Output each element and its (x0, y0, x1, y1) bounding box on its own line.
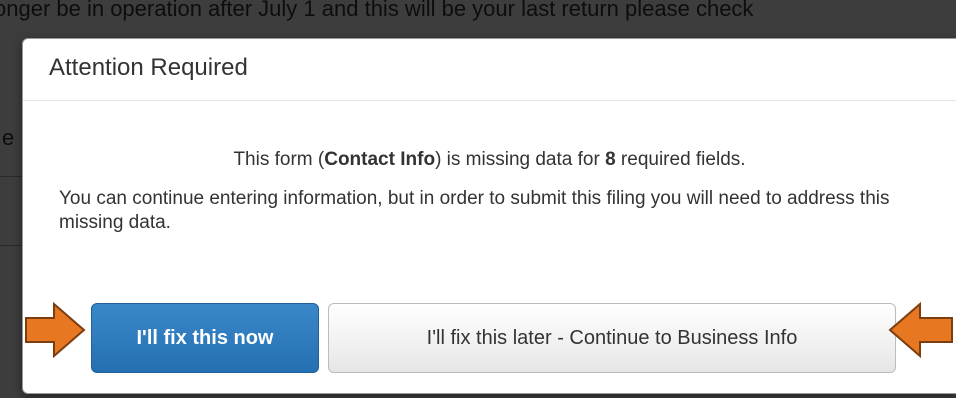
missing-field-count: 8 (605, 149, 616, 170)
continue-message: You can continue entering information, b… (59, 188, 890, 233)
arrow-left-icon (888, 302, 953, 358)
attention-required-dialog: Attention Required This form (Contact In… (22, 38, 956, 394)
dialog-header: Attention Required (23, 39, 956, 101)
missing-fields-message: This form (Contact Info) is missing data… (59, 101, 956, 173)
dialog-title: Attention Required (49, 54, 248, 81)
fix-later-button[interactable]: I'll fix this later - Continue to Busine… (328, 303, 896, 373)
dialog-body: This form (Contact Info) is missing data… (23, 101, 956, 235)
fix-now-button[interactable]: I'll fix this now (91, 303, 319, 373)
message-suffix: required fields. (615, 149, 746, 170)
arrow-right-icon (25, 302, 86, 358)
form-name: Contact Info (324, 149, 436, 170)
message-middle: ) is missing data for (435, 149, 606, 170)
message-prefix: This form ( (233, 149, 325, 170)
dialog-footer: I'll fix this now I'll fix this later - … (91, 303, 896, 373)
